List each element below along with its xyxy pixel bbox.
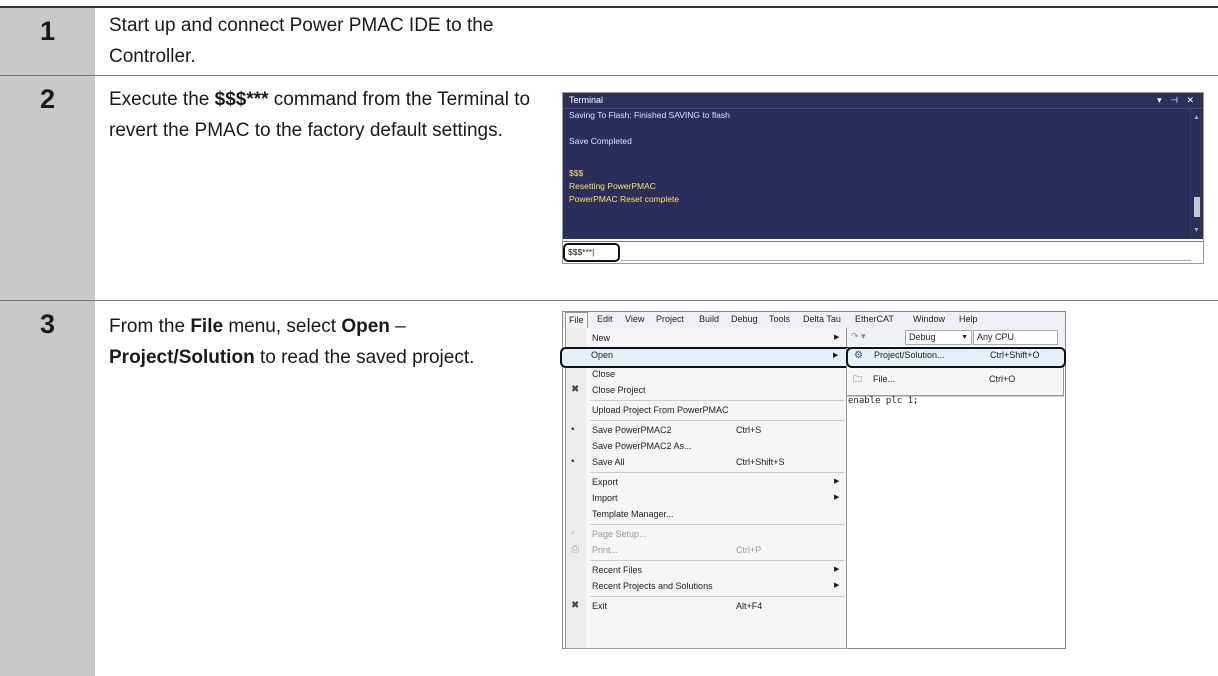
menu-separator (590, 472, 844, 473)
chevron-down-icon: ▼ (961, 334, 968, 341)
submenu-arrow-icon: ▶ (834, 582, 840, 589)
terminal-titlebar: Terminal ▾ ⊣ ✕ (563, 93, 1203, 109)
platform-dropdown[interactable]: Any CPU (973, 330, 1058, 345)
page-setup-icon: ▫ (571, 528, 575, 539)
print-icon: ⎙ (571, 544, 579, 555)
step-1-text: Start up and connect Power PMAC IDE to t… (109, 15, 494, 67)
code-line: enable plc 1; (848, 396, 919, 406)
menu-item-new[interactable]: New ▶ (566, 330, 846, 346)
menu-item-import[interactable]: Import ▶ (566, 490, 846, 506)
project-solution-label: Project/Solution... (874, 350, 945, 360)
menu-ethercat[interactable]: EtherCAT (855, 314, 894, 324)
exit-icon: ✖ (571, 600, 580, 611)
project-solution-icon: ⚙ (854, 350, 863, 361)
save-icon: ▪ (571, 424, 575, 435)
submenu-arrow-icon: ▶ (834, 334, 840, 341)
menu-item-exit[interactable]: ✖ Exit Alt+F4 (566, 598, 846, 614)
ide-window: File Edit View Project Build Debug Tools… (560, 311, 1066, 649)
menu-separator (590, 400, 844, 401)
menu-window[interactable]: Window (913, 314, 945, 324)
terminal-line: Saving To Flash: Finished SAVING to flas… (569, 110, 730, 120)
step-number: 1 (0, 8, 95, 75)
menu-item-template-manager[interactable]: Template Manager... (566, 506, 846, 522)
menu-delta-tau[interactable]: Delta Tau (803, 314, 841, 324)
scroll-down-icon[interactable]: ▼ (1193, 224, 1200, 237)
menu-build[interactable]: Build (699, 314, 719, 324)
terminal-command-input[interactable]: $$$***| (563, 243, 620, 262)
code-editor[interactable] (846, 396, 1064, 627)
configuration-dropdown[interactable]: Debug ▼ (905, 330, 972, 345)
file-menu: New ▶ Close ✖ Close Project Upload Project… (565, 328, 847, 649)
menu-help[interactable]: Help (959, 314, 978, 324)
menu-debug[interactable]: Debug (731, 314, 758, 324)
menu-item-print[interactable]: ⎙ Print... Ctrl+P (566, 542, 846, 558)
menu-item-save-as[interactable]: Save PowerPMAC2 As... (566, 438, 846, 454)
menu-item-save-all[interactable]: ▪ Save All Ctrl+Shift+S (566, 454, 846, 470)
menu-separator (590, 524, 844, 525)
step-1: 1 Start up and connect Power PMAC IDE to… (0, 8, 1218, 75)
menu-tools[interactable]: Tools (769, 314, 790, 324)
menu-separator (590, 560, 844, 561)
submenu-arrow-icon: ▶ (834, 478, 840, 485)
terminal-line: $$$ (569, 168, 584, 178)
menu-item-save[interactable]: ▪ Save PowerPMAC2 Ctrl+S (566, 422, 846, 438)
menu-project[interactable]: Project (656, 314, 684, 324)
terminal-line: Save Completed (569, 136, 632, 146)
step-3-text: From the File menu, select Open – Projec… (109, 316, 475, 368)
step-number: 3 (0, 301, 95, 676)
menu-item-upload-project[interactable]: Upload Project From PowerPMAC (566, 402, 846, 418)
close-project-icon: ✖ (571, 384, 580, 395)
terminal-input-field[interactable] (621, 246, 1191, 261)
menu-separator (590, 596, 844, 597)
menu-item-open-label: Open (591, 350, 614, 360)
save-all-icon: ▪ (571, 456, 575, 467)
menu-item-export[interactable]: Export ▶ (566, 474, 846, 490)
menu-bar: File Edit View Project Build Debug Tools… (563, 312, 1065, 328)
menu-item-close-project[interactable]: ✖ Close Project (566, 382, 846, 398)
menu-item-page-setup[interactable]: ▫ Page Setup... (566, 526, 846, 542)
terminal-input-bar: $$$***| (563, 241, 1203, 262)
menu-separator (590, 420, 844, 421)
step-2-text: Execute the $$$*** command from the Term… (109, 89, 531, 141)
shortcut-label: Ctrl+Shift+O (990, 350, 1040, 360)
terminal-title: Terminal (569, 95, 604, 105)
terminal-window: Terminal ▾ ⊣ ✕ Saving To Flash: Finished… (562, 92, 1204, 264)
submenu-item-file[interactable]: File... (873, 371, 895, 387)
scroll-thumb[interactable] (1194, 197, 1200, 217)
menu-file[interactable]: File (565, 312, 588, 328)
submenu-arrow-icon: ▶ (834, 494, 840, 501)
menu-item-recent-projects[interactable]: Recent Projects and Solutions ▶ (566, 578, 846, 594)
menu-view[interactable]: View (625, 314, 644, 324)
submenu-item-project-solution[interactable]: ⚙ Project/Solution... Ctrl+Shift+O (846, 347, 1066, 368)
submenu-arrow-icon: ▶ (833, 352, 839, 359)
folder-icon: 🗀 (853, 374, 863, 384)
terminal-line: PowerPMAC Reset complete (569, 194, 680, 204)
menu-edit[interactable]: Edit (597, 314, 613, 324)
submenu-arrow-icon: ▶ (834, 566, 840, 573)
terminal-output: Saving To Flash: Finished SAVING to flas… (563, 109, 1203, 239)
step-number: 2 (0, 76, 95, 300)
shortcut-label: Ctrl+O (989, 374, 1016, 384)
menu-item-recent-files[interactable]: Recent Files ▶ (566, 562, 846, 578)
terminal-line: Resetting PowerPMAC (569, 181, 656, 191)
window-controls[interactable]: ▾ ⊣ ✕ (1157, 93, 1197, 108)
menu-item-open[interactable]: Open ▶ (560, 347, 854, 368)
redo-icon[interactable]: ↷ ▾ (851, 331, 866, 342)
menu-item-close[interactable]: Close (566, 366, 846, 382)
terminal-scrollbar[interactable]: ▲ ▼ (1190, 109, 1203, 239)
scroll-up-icon[interactable]: ▲ (1193, 111, 1200, 124)
